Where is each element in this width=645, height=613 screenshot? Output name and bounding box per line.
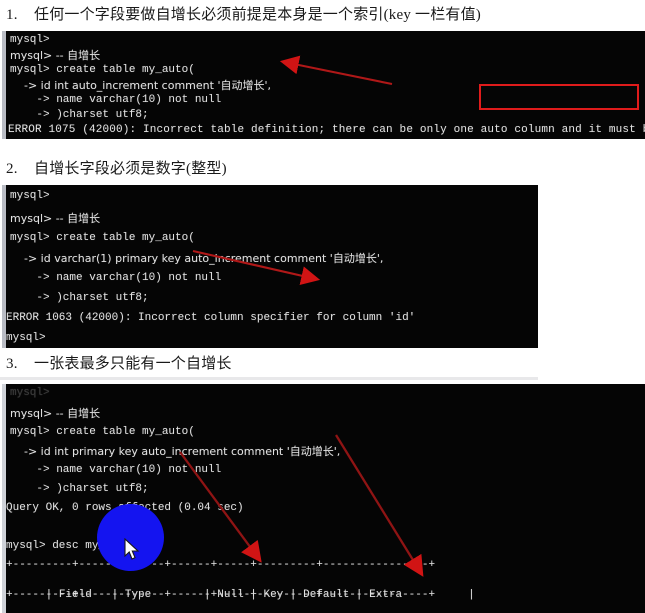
section-3-heading-text: 一张表最多只能有一个自增长 [34, 356, 232, 372]
terminal-2-error-line: ERROR 1063 (42000): Incorrect column spe… [6, 312, 416, 324]
terminal-1-gutter [2, 31, 6, 139]
terminal-1-line-0: mysql> [10, 34, 50, 46]
terminal-1-error-line: ERROR 1075 (42000): Incorrect table defi… [8, 124, 645, 136]
terminal-2-line-0: mysql> [10, 190, 50, 202]
section-2-heading-text: 自增长字段必须是数字(整型) [34, 161, 227, 177]
mouse-cursor-icon [124, 538, 140, 560]
terminal-2-line-2: mysql> create table my_auto( [10, 232, 195, 244]
section-2-heading: 2. 自增长字段必须是数字(整型) [0, 158, 645, 180]
terminal-3-query-ok: Query OK, 0 rows affected (0.04 sec) [6, 502, 244, 514]
terminal-2-line-7: mysql> [6, 332, 46, 344]
terminal-3-line-5: -> )charset utf8; [10, 483, 149, 495]
terminal-3-line-1: mysql> -- 自增长 [10, 407, 101, 420]
terminal-3-line-4: -> name varchar(10) not null [10, 464, 222, 476]
terminal-block-3[interactable]: mysql> mysql> -- 自增长 mysql> create table… [2, 384, 645, 613]
table-row: | id | int(11) | NO | PRI | NULL | auto_… [4, 603, 645, 613]
error-highlight-box [479, 84, 639, 110]
desc-result-table: +---------+-------------+------+-----+--… [4, 558, 645, 613]
desc-table-header-row: | Field | Type | Null | Key | Default | … [4, 573, 645, 601]
terminal-2-line-5: -> )charset utf8; [10, 292, 149, 304]
terminal-1-line-2: mysql> create table my_auto( [10, 64, 195, 76]
section-3-divider [0, 377, 538, 380]
terminal-1-line-7: mysql> [4, 138, 645, 139]
section-3-number: 3. [6, 356, 18, 372]
section-1-heading: 1. 任何一个字段要做自增长必须前提是本身是一个索引(key 一栏有值) [0, 4, 645, 26]
terminal-1-line-5: -> )charset utf8; [10, 109, 149, 121]
desc-table-mid-border: +---------+-------------+------+-----+--… [6, 589, 436, 601]
terminal-2-line-1: mysql> -- 自增长 [10, 212, 101, 225]
desc-table-top-border: +---------+-------------+------+-----+--… [6, 559, 436, 571]
terminal-3-line-0: mysql> [10, 387, 50, 399]
terminal-2-line-4: -> name varchar(10) not null [10, 272, 222, 284]
terminal-3-line-2: mysql> create table my_auto( [10, 426, 195, 438]
terminal-1-line-1: mysql> -- 自增长 [10, 49, 101, 62]
terminal-3-gutter [2, 384, 6, 613]
section-1-number: 1. [6, 7, 18, 23]
terminal-3-line-3: -> id int primary key auto_increment com… [10, 445, 341, 458]
section-2-number: 2. [6, 161, 18, 177]
terminal-2-gutter [2, 185, 6, 348]
terminal-block-2[interactable]: mysql> mysql> -- 自增长 mysql> create table… [2, 185, 538, 348]
terminal-2-line-3: -> id varchar(1) primary key auto_increm… [10, 252, 384, 265]
section-3-heading: 3. 一张表最多只能有一个自增长 [0, 353, 645, 375]
section-1-heading-text: 任何一个字段要做自增长必须前提是本身是一个索引(key 一栏有值) [34, 7, 482, 23]
